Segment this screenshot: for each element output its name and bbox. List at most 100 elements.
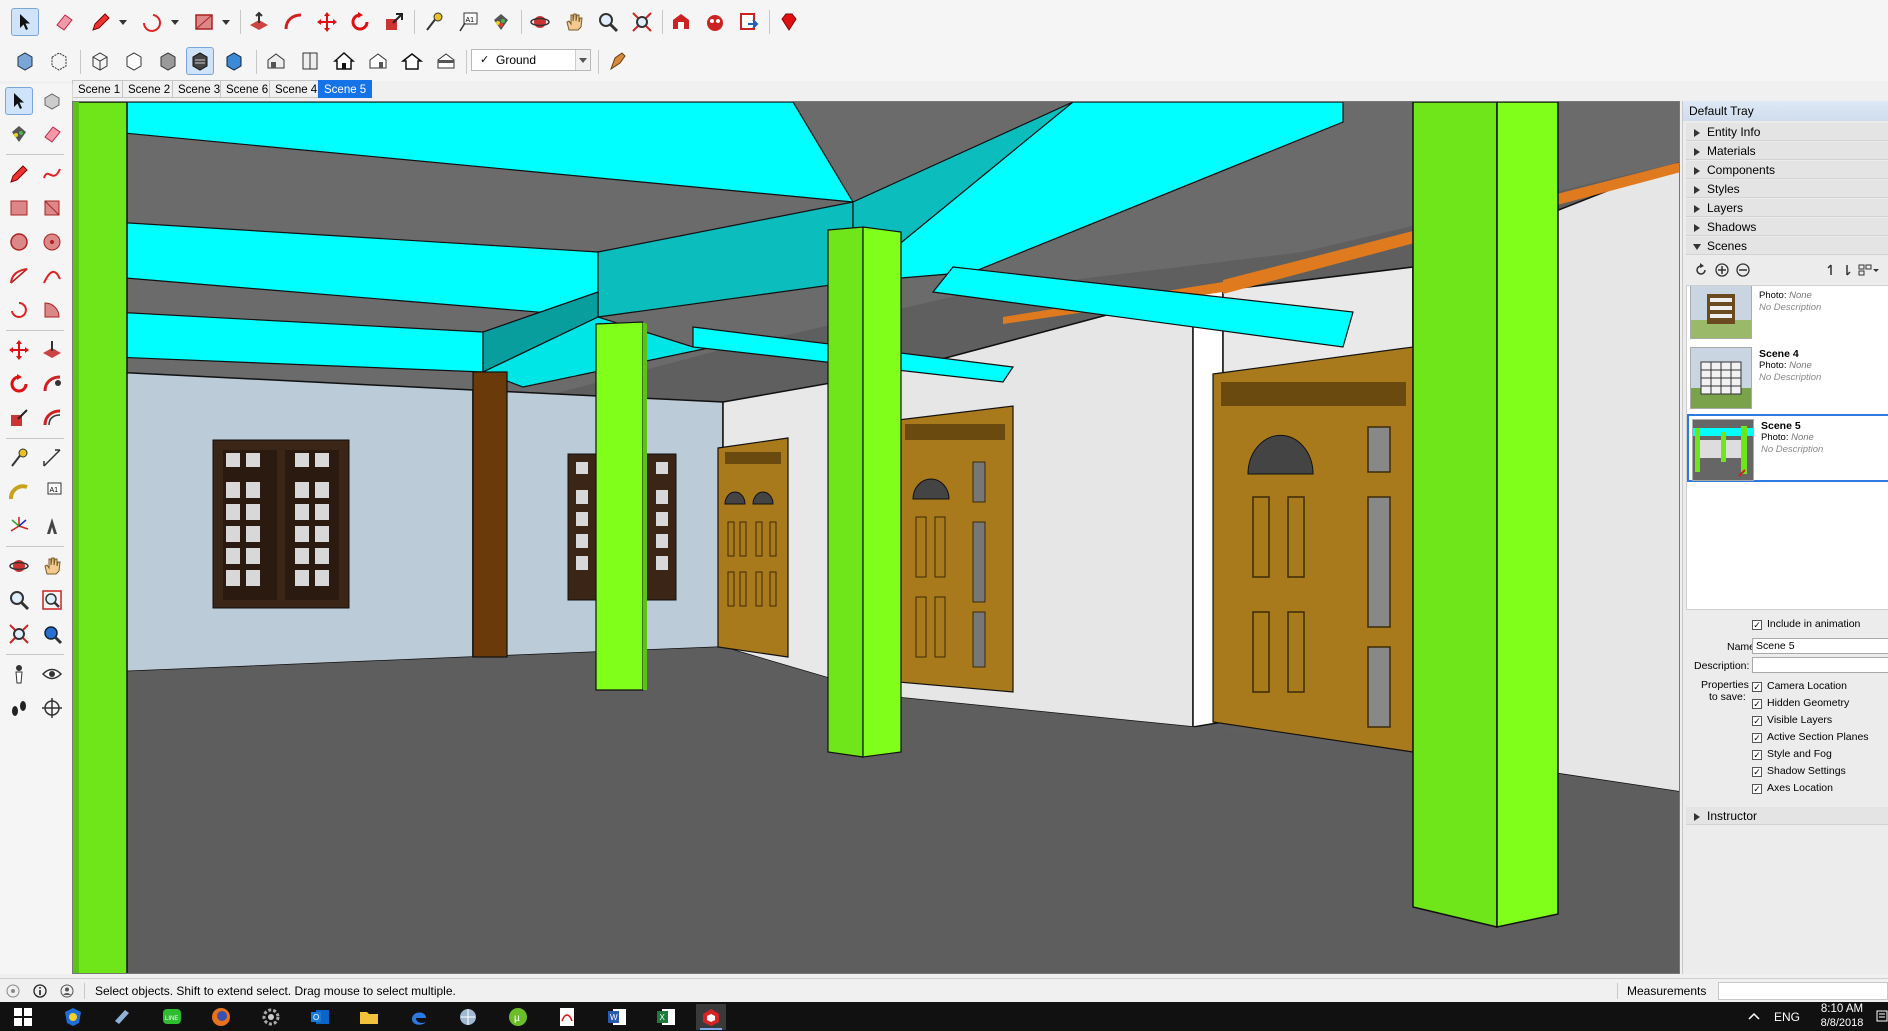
pan-tool-button[interactable]: [560, 8, 588, 36]
taskbar-file-explorer[interactable]: [354, 1004, 384, 1030]
paint-bucket-tool-button[interactable]: [487, 8, 515, 36]
follow-me-tool-button[interactable]: [279, 8, 307, 36]
right-view-button[interactable]: [364, 47, 392, 75]
paint-left-button[interactable]: [5, 120, 33, 148]
shadow-settings-checkbox[interactable]: ✓: [1752, 767, 1762, 777]
scale-tool-button[interactable]: [380, 8, 408, 36]
tape-measure-tool-button[interactable]: [420, 8, 448, 36]
front-view-button[interactable]: [330, 47, 358, 75]
share-model-button[interactable]: [735, 8, 763, 36]
active-section-planes-checkbox[interactable]: ✓: [1752, 733, 1762, 743]
eraser-tool-button[interactable]: [50, 8, 78, 36]
taskbar-app-1[interactable]: [58, 1004, 88, 1030]
select-tool-left-button[interactable]: [5, 87, 33, 115]
zoom-left-button[interactable]: [5, 586, 33, 614]
circle-tool-button[interactable]: [5, 228, 33, 256]
back-edges-style-button[interactable]: [45, 47, 73, 75]
tray-section-materials[interactable]: Materials: [1686, 142, 1888, 160]
list-item[interactable]: Photo: None No Description: [1687, 286, 1888, 342]
tab-scene-5[interactable]: Scene 5: [318, 80, 373, 98]
taskbar-edge[interactable]: [404, 1004, 434, 1030]
pencil-tool-button[interactable]: [87, 8, 115, 36]
ruby-console-button[interactable]: [775, 8, 803, 36]
move-tool-button[interactable]: [313, 8, 341, 36]
axes-tool-button[interactable]: [5, 512, 33, 540]
section-plane-button[interactable]: [38, 694, 66, 722]
zoom-window-button[interactable]: [38, 586, 66, 614]
2pt-arc-button[interactable]: [38, 262, 66, 290]
freehand-tool-button[interactable]: [38, 160, 66, 188]
pan-left-button[interactable]: [38, 552, 66, 580]
tab-scene-6[interactable]: Scene 6: [220, 80, 275, 98]
rotated-rectangle-button[interactable]: [38, 194, 66, 222]
view-options-icon[interactable]: [1858, 263, 1880, 277]
rectangle-dropdown-icon[interactable]: [222, 20, 230, 25]
include-animation-checkbox[interactable]: ✓: [1752, 620, 1762, 630]
scale-left-button[interactable]: [5, 404, 33, 432]
visible-layers-checkbox[interactable]: ✓: [1752, 716, 1762, 726]
tray-section-shadows[interactable]: Shadows: [1686, 218, 1888, 236]
back-view-button[interactable]: [398, 47, 426, 75]
layer-manager-button[interactable]: [604, 47, 632, 75]
arc-dropdown-icon[interactable]: [171, 20, 179, 25]
notifications-icon[interactable]: [1876, 1010, 1888, 1024]
add-scene-icon[interactable]: [1715, 263, 1729, 277]
walk-button[interactable]: [5, 694, 33, 722]
text-left-button[interactable]: A1: [38, 478, 66, 506]
wireframe-style-button[interactable]: [86, 47, 114, 75]
list-item[interactable]: Scene 4 Photo: None No Description: [1687, 344, 1888, 412]
dimension-tool-button[interactable]: [38, 444, 66, 472]
position-camera-button[interactable]: [5, 660, 33, 688]
measurements-input[interactable]: [1718, 982, 1888, 1000]
zoom-extents-left-button[interactable]: [5, 620, 33, 648]
chevron-up-icon[interactable]: [1748, 1011, 1760, 1021]
move-scene-down-icon[interactable]: [1842, 263, 1852, 277]
previous-view-button[interactable]: [38, 620, 66, 648]
taskbar-acrobat[interactable]: [552, 1004, 582, 1030]
3d-text-button[interactable]: [38, 512, 66, 540]
offset-tool-button[interactable]: [38, 404, 66, 432]
pie-tool-button[interactable]: [38, 296, 66, 324]
hidden-geometry-checkbox[interactable]: ✓: [1752, 699, 1762, 709]
zoom-extents-tool-button[interactable]: [628, 8, 656, 36]
left-view-button[interactable]: [432, 47, 460, 75]
monochrome-style-button[interactable]: [220, 47, 248, 75]
protractor-tool-button[interactable]: [5, 478, 33, 506]
shaded-textures-style-button[interactable]: [186, 47, 214, 75]
tab-scene-4[interactable]: Scene 4: [269, 80, 324, 98]
axes-location-checkbox[interactable]: ✓: [1752, 784, 1762, 794]
eraser-left-button[interactable]: [38, 120, 66, 148]
camera-location-checkbox[interactable]: ✓: [1752, 682, 1762, 692]
tab-scene-2[interactable]: Scene 2: [122, 80, 177, 98]
scene-description-field[interactable]: [1752, 657, 1888, 673]
extensions-button[interactable]: [701, 8, 729, 36]
warehouse-button[interactable]: [667, 8, 695, 36]
taskbar-word[interactable]: W: [602, 1004, 632, 1030]
clock-time[interactable]: 8:10 AM: [1812, 1003, 1872, 1015]
taskbar-excel[interactable]: X: [651, 1004, 681, 1030]
taskbar-utorrent[interactable]: µ: [503, 1004, 533, 1030]
taskbar-outlook[interactable]: O: [305, 1004, 335, 1030]
orbit-tool-button[interactable]: [526, 8, 554, 36]
text-tool-button[interactable]: A1: [454, 8, 482, 36]
look-around-button[interactable]: [38, 660, 66, 688]
clock-date[interactable]: 8/8/2018: [1812, 1017, 1872, 1031]
taskbar-app-5[interactable]: [256, 1004, 286, 1030]
layer-dropdown[interactable]: ✓ Ground: [471, 49, 591, 71]
move-left-button[interactable]: [5, 336, 33, 364]
xray-style-button[interactable]: [11, 47, 39, 75]
tray-section-styles[interactable]: Styles: [1686, 180, 1888, 198]
shaded-style-button[interactable]: [154, 47, 182, 75]
taskbar-app-2[interactable]: [107, 1004, 137, 1030]
language-indicator[interactable]: ENG: [1774, 1010, 1800, 1024]
user-icon[interactable]: [60, 984, 74, 998]
info-icon[interactable]: [33, 984, 47, 998]
tray-section-components[interactable]: Components: [1686, 161, 1888, 179]
tray-section-scenes[interactable]: Scenes: [1686, 237, 1888, 255]
tray-section-layers[interactable]: Layers: [1686, 199, 1888, 217]
rectangle-tool-button[interactable]: [190, 8, 218, 36]
push-pull-left-button[interactable]: [38, 336, 66, 364]
push-pull-tool-button[interactable]: [245, 8, 273, 36]
follow-me-left-button[interactable]: [38, 370, 66, 398]
iso-view-button[interactable]: [262, 47, 290, 75]
